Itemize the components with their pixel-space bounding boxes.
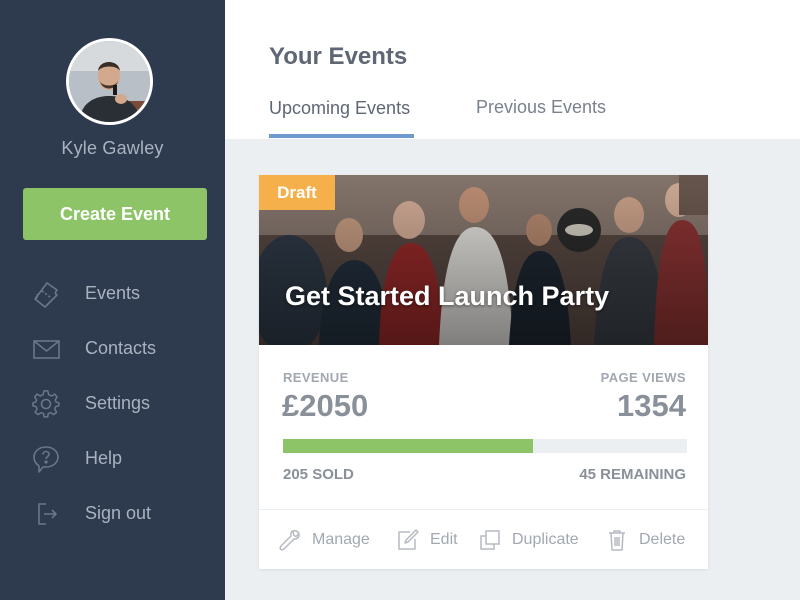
event-title[interactable]: Get Started Launch Party xyxy=(285,281,609,312)
remaining-count: 45 REMAINING xyxy=(579,466,686,483)
wrench-icon xyxy=(278,528,302,552)
event-card[interactable]: Draft Get Started Launch Party REVENUE £… xyxy=(259,175,708,569)
user-name: Kyle Gawley xyxy=(61,138,164,158)
active-tab-indicator xyxy=(269,134,414,138)
page-title: Your Events xyxy=(269,43,408,70)
sidebar-item-contacts[interactable]: Contacts xyxy=(0,322,225,377)
delete-button[interactable]: Delete xyxy=(605,527,685,553)
page-views-value: 1354 xyxy=(617,388,686,423)
sidebar-item-label: Settings xyxy=(85,393,151,413)
avatar[interactable] xyxy=(66,38,153,125)
avatar-photo xyxy=(69,41,150,122)
gear-icon xyxy=(31,389,61,419)
create-event-button[interactable]: Create Event xyxy=(23,188,207,240)
page-views-label: PAGE VIEWS xyxy=(600,370,686,385)
sidebar-item-help[interactable]: Help xyxy=(0,432,225,487)
sidebar-item-label: Events xyxy=(85,283,141,303)
manage-button[interactable]: Manage xyxy=(278,527,370,553)
trash-icon xyxy=(605,528,629,552)
duplicate-icon xyxy=(478,528,502,552)
page-header: Your Events Upcoming Events Previous Eve… xyxy=(225,0,800,139)
manage-label: Manage xyxy=(312,531,370,548)
sold-count: 205 SOLD xyxy=(283,466,354,483)
tickets-progress-bar xyxy=(283,439,687,453)
sidebar-item-label: Contacts xyxy=(85,338,157,358)
help-bubble-icon xyxy=(31,444,61,474)
sidebar-item-settings[interactable]: Settings xyxy=(0,377,225,432)
envelope-icon xyxy=(31,334,61,364)
ticket-icon xyxy=(31,279,61,309)
edit-label: Edit xyxy=(430,531,458,548)
revenue-value: £2050 xyxy=(282,388,369,423)
sidebar-item-events[interactable]: Events xyxy=(0,267,225,322)
edit-button[interactable]: Edit xyxy=(396,527,458,553)
revenue-label: REVENUE xyxy=(283,370,349,385)
status-badge: Draft xyxy=(259,175,335,210)
pencil-icon xyxy=(396,528,420,552)
tickets-progress-fill xyxy=(283,439,534,453)
sidebar: Kyle Gawley Create Event Events Contacts xyxy=(0,0,225,600)
duplicate-label: Duplicate xyxy=(512,531,579,548)
tab-upcoming-events[interactable]: Upcoming Events xyxy=(269,98,410,119)
card-actions: Manage Edit Duplicate Delete xyxy=(259,510,708,569)
sidebar-item-label: Sign out xyxy=(85,503,152,523)
sidebar-item-label: Help xyxy=(85,448,123,468)
sidebar-item-sign-out[interactable]: Sign out xyxy=(0,487,225,542)
sidebar-nav: Events Contacts Settings Help Sign out xyxy=(0,267,225,542)
event-cover-image: Draft Get Started Launch Party xyxy=(259,175,708,345)
tab-previous-events[interactable]: Previous Events xyxy=(476,97,606,118)
delete-label: Delete xyxy=(639,531,686,548)
sign-out-icon xyxy=(31,499,61,529)
duplicate-button[interactable]: Duplicate xyxy=(478,527,579,553)
